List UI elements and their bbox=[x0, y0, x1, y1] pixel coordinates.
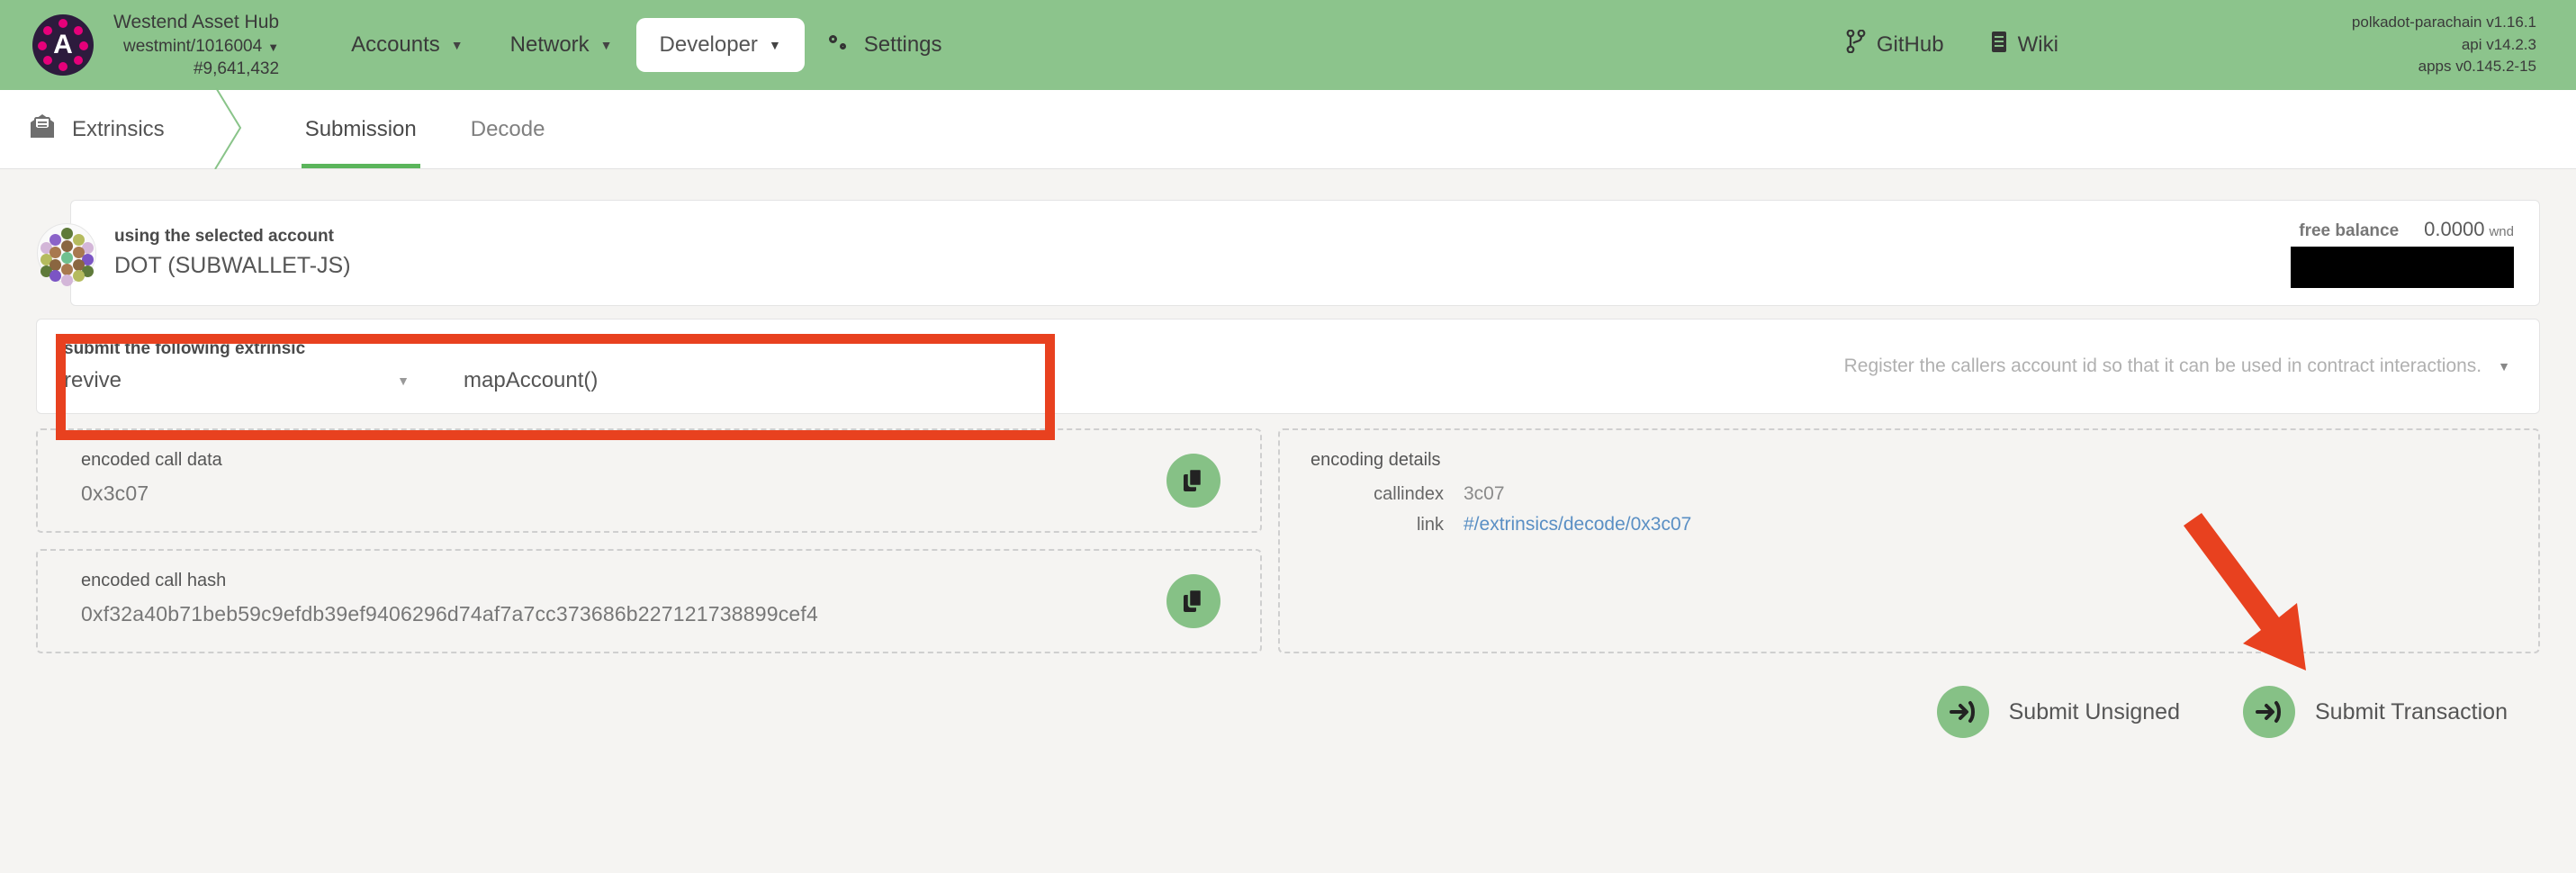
detail-key-link: link bbox=[1416, 515, 1444, 535]
apps-version: apps v0.145.2-15 bbox=[2418, 58, 2536, 76]
pallet-value: revive bbox=[64, 368, 122, 392]
detail-row-callindex: callindex 3c07 bbox=[1311, 483, 2511, 505]
tab-submission[interactable]: Submission bbox=[278, 90, 444, 168]
extrinsic-card: submit the following extrinsic revive ▼ … bbox=[36, 319, 2540, 414]
encoding-details-title: encoding details bbox=[1311, 450, 1441, 470]
main-nav: Accounts ▼ Network ▼ Developer ▼ Setting… bbox=[328, 18, 965, 72]
github-label: GitHub bbox=[1876, 32, 1944, 57]
runtime-version: polkadot-parachain v1.16.1 bbox=[2351, 14, 2536, 32]
method-value: mapAccount() bbox=[464, 368, 599, 392]
encoded-call-hash-label: encoded call hash bbox=[81, 571, 227, 590]
nav-label-network: Network bbox=[509, 32, 590, 57]
nav-label-accounts: Accounts bbox=[351, 32, 440, 57]
copy-call-hash-button[interactable] bbox=[1166, 574, 1220, 628]
submit-actions: Submit Unsigned Submit Transaction bbox=[36, 686, 2540, 738]
sign-in-arrow-icon bbox=[2243, 686, 2295, 738]
chevron-down-icon: ▼ bbox=[397, 374, 410, 388]
submit-transaction-button[interactable]: Submit Transaction bbox=[2243, 686, 2508, 738]
chain-selector[interactable]: Westend Asset Hub westmint/1016004 ▼ #9,6… bbox=[113, 10, 279, 80]
extrinsic-description: Register the callers account id so that … bbox=[1843, 356, 2482, 376]
book-icon bbox=[1991, 31, 2007, 59]
envelope-icon bbox=[27, 112, 58, 147]
encoded-column: encoded call data 0x3c07 encoded call ha… bbox=[36, 428, 1262, 653]
nav-item-accounts[interactable]: Accounts ▼ bbox=[328, 18, 487, 72]
nav-label-settings: Settings bbox=[863, 32, 942, 57]
breadcrumb: Extrinsics bbox=[0, 90, 197, 168]
tab-decode[interactable]: Decode bbox=[444, 90, 572, 168]
account-value[interactable]: DOT (SUBWALLET-JS) bbox=[114, 253, 351, 279]
encoded-call-data-label: encoded call data bbox=[81, 450, 222, 470]
version-info: polkadot-parachain v1.16.1 api v14.2.3 a… bbox=[2352, 12, 2544, 78]
tab-submission-label: Submission bbox=[304, 116, 417, 141]
encoding-details-column: encoding details callindex 3c07 link #/e… bbox=[1278, 428, 2540, 653]
copy-icon bbox=[1184, 468, 1203, 491]
nav-item-network[interactable]: Network ▼ bbox=[487, 18, 636, 72]
extrinsic-selector: submit the following extrinsic revive ▼ … bbox=[37, 325, 712, 408]
extrinsic-label: submit the following extrinsic bbox=[64, 339, 306, 358]
redaction-bar bbox=[2291, 247, 2514, 288]
encoded-call-hash-value: 0xf32a40b71beb59c9efdb39ef9406296d74af7a… bbox=[81, 602, 818, 626]
app-header: A Westend Asset Hub westmint/1016004 ▼ #9… bbox=[0, 0, 2576, 90]
breadcrumb-divider bbox=[197, 88, 251, 169]
account-label: using the selected account bbox=[114, 227, 334, 246]
detail-value-link[interactable]: #/extrinsics/decode/0x3c07 bbox=[1464, 514, 1691, 536]
method-dropdown[interactable]: mapAccount() bbox=[464, 368, 598, 393]
account-text: using the selected account DOT (SUBWALLE… bbox=[114, 227, 351, 279]
detail-key-callindex: callindex bbox=[1374, 484, 1444, 504]
chevron-down-icon: ▼ bbox=[2498, 359, 2510, 374]
encoded-call-hash-block: encoded call hash 0xf32a40b71beb59c9efdb… bbox=[36, 549, 1262, 653]
detail-row-link: link #/extrinsics/decode/0x3c07 bbox=[1311, 514, 2511, 536]
nav-item-developer[interactable]: Developer ▼ bbox=[635, 18, 805, 72]
selected-account-card: using the selected account DOT (SUBWALLE… bbox=[37, 200, 2540, 306]
encoding-details-block: encoding details callindex 3c07 link #/e… bbox=[1278, 428, 2540, 653]
nav-item-settings[interactable]: Settings bbox=[805, 18, 966, 72]
nav-label-developer: Developer bbox=[659, 32, 758, 57]
tab-bar: Extrinsics Submission Decode bbox=[0, 88, 2576, 169]
wiki-label: Wiki bbox=[2017, 32, 2058, 57]
header-right-links: GitHub Wiki polkadot-parachain v1.16.1 a… bbox=[1823, 12, 2544, 78]
api-version: api v14.2.3 bbox=[2461, 35, 2536, 53]
pallet-dropdown[interactable]: revive ▼ bbox=[64, 368, 424, 393]
detail-value-callindex: 3c07 bbox=[1464, 483, 1505, 504]
encoded-call-data-block: encoded call data 0x3c07 bbox=[36, 428, 1262, 533]
submit-unsigned-button[interactable]: Submit Unsigned bbox=[1936, 686, 2180, 738]
copy-icon bbox=[1184, 589, 1203, 612]
chain-block-number: #9,641,432 bbox=[193, 58, 280, 78]
balance-value: 0.0000 wnd bbox=[2424, 218, 2514, 240]
chevron-down-icon: ▼ bbox=[267, 40, 280, 54]
gear-icon bbox=[828, 33, 853, 57]
github-link[interactable]: GitHub bbox=[1823, 19, 1968, 70]
tab-decode-label: Decode bbox=[470, 116, 545, 141]
chain-name: Westend Asset Hub bbox=[113, 12, 280, 33]
balance-unit: wnd bbox=[2489, 224, 2514, 239]
git-branch-icon bbox=[1846, 30, 1866, 59]
breadcrumb-section-label: Extrinsics bbox=[72, 116, 165, 141]
account-identicon[interactable] bbox=[37, 223, 96, 286]
chevron-down-icon: ▼ bbox=[450, 38, 464, 52]
sign-in-arrow-icon bbox=[1936, 686, 1989, 738]
encoded-area: encoded call data 0x3c07 encoded call ha… bbox=[36, 428, 2540, 653]
chevron-down-icon: ▼ bbox=[768, 38, 781, 52]
encoded-call-data-value: 0x3c07 bbox=[81, 482, 149, 505]
app-logo[interactable]: A bbox=[32, 14, 94, 76]
balance-label: free balance bbox=[2299, 221, 2400, 240]
wiki-link[interactable]: Wiki bbox=[1968, 20, 2082, 70]
submit-unsigned-label: Submit Unsigned bbox=[2008, 698, 2180, 724]
submit-transaction-label: Submit Transaction bbox=[2315, 698, 2508, 724]
account-balance: free balance 0.0000 wnd bbox=[2291, 218, 2539, 288]
extrinsic-description-dropdown[interactable]: Register the callers account id so that … bbox=[1844, 356, 2539, 377]
chain-endpoint: westmint/1016004 ▼ bbox=[122, 36, 280, 56]
main-content: using the selected account DOT (SUBWALLE… bbox=[0, 169, 2576, 738]
chevron-down-icon: ▼ bbox=[599, 38, 613, 52]
tab-list: Submission Decode bbox=[278, 90, 572, 168]
copy-call-data-button[interactable] bbox=[1166, 454, 1220, 508]
